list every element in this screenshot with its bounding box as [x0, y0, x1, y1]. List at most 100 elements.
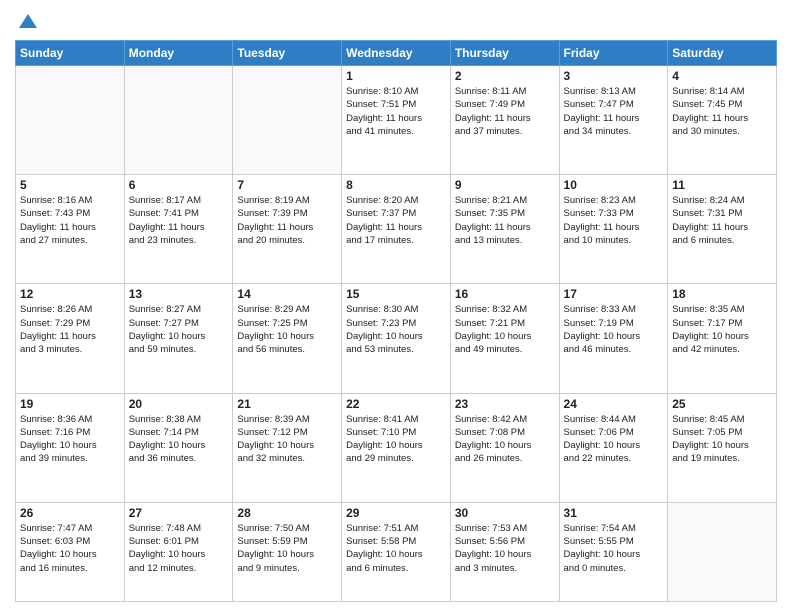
cell-text: Sunrise: 8:21 AMSunset: 7:35 PMDaylight:…: [455, 194, 555, 247]
calendar-cell: 15 Sunrise: 8:30 AMSunset: 7:23 PMDayligh…: [342, 284, 451, 393]
calendar-cell: 12Sunrise: 8:26 AMSunset: 7:29 PMDayligh…: [16, 284, 125, 393]
day-number: 30: [455, 506, 555, 520]
cell-text: Sunrise: 8:29 AMSunset: 7:25 PMDaylight:…: [237, 303, 337, 356]
day-number: 29: [346, 506, 446, 520]
cell-text: Sunrise: 7:53 AMSunset: 5:56 PMDaylight:…: [455, 522, 555, 575]
page: SundayMondayTuesdayWednesdayThursdayFrid…: [0, 0, 792, 612]
calendar-cell: 4 Sunrise: 8:14 AMSunset: 7:45 PMDaylight…: [668, 66, 777, 175]
day-number: 18: [672, 287, 772, 301]
weekday-header-row: SundayMondayTuesdayWednesdayThursdayFrid…: [16, 41, 777, 66]
day-number: 19: [20, 397, 120, 411]
calendar-cell: 3 Sunrise: 8:13 AMSunset: 7:47 PMDaylight…: [559, 66, 668, 175]
calendar-cell: 1 Sunrise: 8:10 AMSunset: 7:51 PMDaylight…: [342, 66, 451, 175]
calendar-cell: 27Sunrise: 7:48 AMSunset: 6:01 PMDayligh…: [124, 502, 233, 601]
calendar-cell: 29 Sunrise: 7:51 AMSunset: 5:58 PMDayligh…: [342, 502, 451, 601]
weekday-header-monday: Monday: [124, 41, 233, 66]
day-number: 1: [346, 69, 446, 83]
week-row-5: 26 Sunrise: 7:47 AMSunset: 6:03 PMDayligh…: [16, 502, 777, 601]
calendar-cell: 14Sunrise: 8:29 AMSunset: 7:25 PMDayligh…: [233, 284, 342, 393]
calendar-cell: 22 Sunrise: 8:41 AMSunset: 7:10 PMDayligh…: [342, 393, 451, 502]
day-number: 26: [20, 506, 120, 520]
calendar-cell: 5Sunrise: 8:16 AMSunset: 7:43 PMDaylight…: [16, 175, 125, 284]
cell-text: Sunrise: 8:35 AMSunset: 7:17 PMDaylight:…: [672, 303, 772, 356]
day-number: 17: [564, 287, 664, 301]
day-number: 2: [455, 69, 555, 83]
day-number: 21: [237, 397, 337, 411]
cell-text: Sunrise: 8:36 AMSunset: 7:16 PMDaylight:…: [20, 413, 120, 466]
calendar-cell: 20 Sunrise: 8:38 AMSunset: 7:14 PMDayligh…: [124, 393, 233, 502]
cell-text: Sunrise: 8:20 AMSunset: 7:37 PMDaylight:…: [346, 194, 446, 247]
cell-text: Sunrise: 7:48 AMSunset: 6:01 PMDaylight:…: [129, 522, 229, 575]
cell-text: Sunrise: 8:13 AMSunset: 7:47 PMDaylight:…: [564, 85, 664, 138]
cell-text: Sunrise: 8:27 AMSunset: 7:27 PMDaylight:…: [129, 303, 229, 356]
cell-text: Sunrise: 8:14 AMSunset: 7:45 PMDaylight:…: [672, 85, 772, 138]
day-number: 7: [237, 178, 337, 192]
calendar-cell: 28Sunrise: 7:50 AMSunset: 5:59 PMDayligh…: [233, 502, 342, 601]
day-number: 28: [237, 506, 337, 520]
cell-text: Sunrise: 8:30 AMSunset: 7:23 PMDaylight:…: [346, 303, 446, 356]
calendar-cell: 10 Sunrise: 8:23 AMSunset: 7:33 PMDayligh…: [559, 175, 668, 284]
calendar-cell: [233, 66, 342, 175]
cell-text: Sunrise: 8:32 AMSunset: 7:21 PMDaylight:…: [455, 303, 555, 356]
calendar-cell: 8 Sunrise: 8:20 AMSunset: 7:37 PMDaylight…: [342, 175, 451, 284]
day-number: 13: [129, 287, 229, 301]
day-number: 15: [346, 287, 446, 301]
day-number: 6: [129, 178, 229, 192]
cell-text: Sunrise: 8:17 AMSunset: 7:41 PMDaylight:…: [129, 194, 229, 247]
day-number: 8: [346, 178, 446, 192]
weekday-header-friday: Friday: [559, 41, 668, 66]
weekday-header-sunday: Sunday: [16, 41, 125, 66]
calendar-cell: 13 Sunrise: 8:27 AMSunset: 7:27 PMDayligh…: [124, 284, 233, 393]
calendar-cell: 16Sunrise: 8:32 AMSunset: 7:21 PMDayligh…: [450, 284, 559, 393]
cell-text: Sunrise: 7:54 AMSunset: 5:55 PMDaylight:…: [564, 522, 664, 575]
cell-text: Sunrise: 8:11 AMSunset: 7:49 PMDaylight:…: [455, 85, 555, 138]
day-number: 25: [672, 397, 772, 411]
cell-text: Sunrise: 8:33 AMSunset: 7:19 PMDaylight:…: [564, 303, 664, 356]
calendar-cell: 19 Sunrise: 8:36 AMSunset: 7:16 PMDayligh…: [16, 393, 125, 502]
day-number: 22: [346, 397, 446, 411]
cell-text: Sunrise: 8:19 AMSunset: 7:39 PMDaylight:…: [237, 194, 337, 247]
weekday-header-wednesday: Wednesday: [342, 41, 451, 66]
cell-text: Sunrise: 8:23 AMSunset: 7:33 PMDaylight:…: [564, 194, 664, 247]
day-number: 20: [129, 397, 229, 411]
calendar-cell: 17 Sunrise: 8:33 AMSunset: 7:19 PMDayligh…: [559, 284, 668, 393]
calendar-cell: 26 Sunrise: 7:47 AMSunset: 6:03 PMDayligh…: [16, 502, 125, 601]
calendar-cell: 7 Sunrise: 8:19 AMSunset: 7:39 PMDaylight…: [233, 175, 342, 284]
week-row-1: 1 Sunrise: 8:10 AMSunset: 7:51 PMDaylight…: [16, 66, 777, 175]
calendar-cell: 25 Sunrise: 8:45 AMSunset: 7:05 PMDayligh…: [668, 393, 777, 502]
weekday-header-saturday: Saturday: [668, 41, 777, 66]
cell-text: Sunrise: 8:10 AMSunset: 7:51 PMDaylight:…: [346, 85, 446, 138]
calendar-cell: 6 Sunrise: 8:17 AMSunset: 7:41 PMDaylight…: [124, 175, 233, 284]
calendar-cell: [668, 502, 777, 601]
day-number: 9: [455, 178, 555, 192]
cell-text: Sunrise: 8:39 AMSunset: 7:12 PMDaylight:…: [237, 413, 337, 466]
calendar-cell: [124, 66, 233, 175]
cell-text: Sunrise: 7:51 AMSunset: 5:58 PMDaylight:…: [346, 522, 446, 575]
weekday-header-thursday: Thursday: [450, 41, 559, 66]
calendar-table: SundayMondayTuesdayWednesdayThursdayFrid…: [15, 40, 777, 602]
calendar-cell: 31Sunrise: 7:54 AMSunset: 5:55 PMDayligh…: [559, 502, 668, 601]
logo: [15, 10, 39, 32]
week-row-2: 5Sunrise: 8:16 AMSunset: 7:43 PMDaylight…: [16, 175, 777, 284]
calendar-cell: [16, 66, 125, 175]
day-number: 10: [564, 178, 664, 192]
cell-text: Sunrise: 8:42 AMSunset: 7:08 PMDaylight:…: [455, 413, 555, 466]
header: [15, 10, 777, 32]
calendar-cell: 11Sunrise: 8:24 AMSunset: 7:31 PMDayligh…: [668, 175, 777, 284]
calendar-cell: 9 Sunrise: 8:21 AMSunset: 7:35 PMDaylight…: [450, 175, 559, 284]
day-number: 3: [564, 69, 664, 83]
week-row-3: 12Sunrise: 8:26 AMSunset: 7:29 PMDayligh…: [16, 284, 777, 393]
day-number: 4: [672, 69, 772, 83]
calendar-cell: 2 Sunrise: 8:11 AMSunset: 7:49 PMDaylight…: [450, 66, 559, 175]
cell-text: Sunrise: 8:38 AMSunset: 7:14 PMDaylight:…: [129, 413, 229, 466]
day-number: 24: [564, 397, 664, 411]
weekday-header-tuesday: Tuesday: [233, 41, 342, 66]
cell-text: Sunrise: 8:16 AMSunset: 7:43 PMDaylight:…: [20, 194, 120, 247]
cell-text: Sunrise: 8:45 AMSunset: 7:05 PMDaylight:…: [672, 413, 772, 466]
day-number: 11: [672, 178, 772, 192]
cell-text: Sunrise: 8:41 AMSunset: 7:10 PMDaylight:…: [346, 413, 446, 466]
cell-text: Sunrise: 8:26 AMSunset: 7:29 PMDaylight:…: [20, 303, 120, 356]
calendar-cell: 18 Sunrise: 8:35 AMSunset: 7:17 PMDayligh…: [668, 284, 777, 393]
cell-text: Sunrise: 7:47 AMSunset: 6:03 PMDaylight:…: [20, 522, 120, 575]
logo-text: [15, 10, 39, 32]
